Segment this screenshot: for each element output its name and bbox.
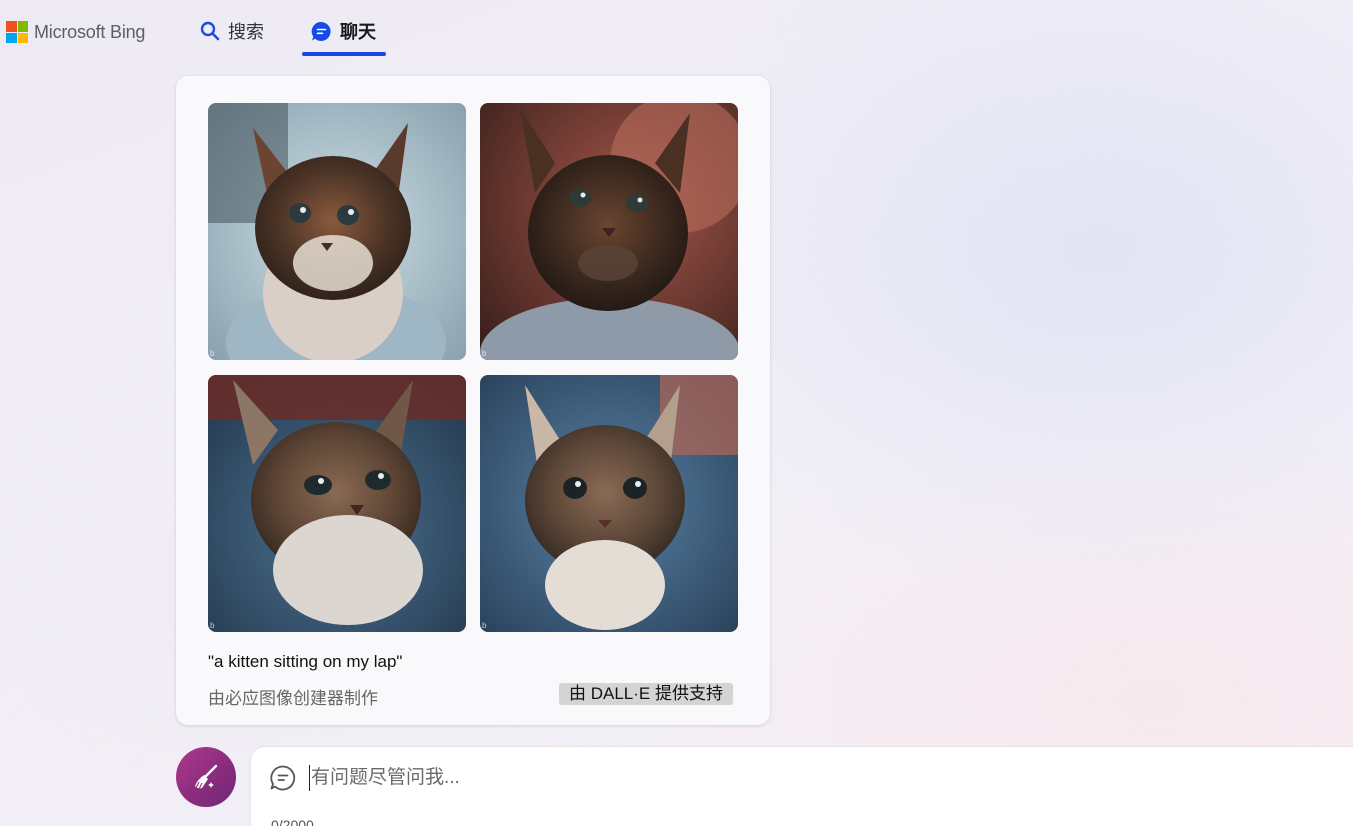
generated-image-3[interactable]: b: [208, 375, 466, 632]
image-result-card: b b b b "a kitten sitting on my lap" 由必应…: [176, 76, 770, 725]
tab-chat[interactable]: 聊天: [311, 16, 376, 46]
generated-image-2[interactable]: b: [480, 103, 738, 360]
new-topic-button[interactable]: [176, 747, 236, 807]
char-counter: 0/2000: [271, 817, 314, 826]
chat-composer: 0/2000: [251, 747, 1353, 826]
bing-watermark-icon: b: [210, 621, 215, 630]
chat-bubble-icon: [311, 21, 331, 41]
microsoft-logo-icon: [6, 21, 28, 43]
logo-text: Microsoft Bing: [34, 21, 146, 42]
broom-icon: [195, 764, 218, 789]
bing-watermark-icon: b: [482, 621, 487, 630]
chat-input[interactable]: [309, 765, 1109, 791]
tab-chat-label: 聊天: [340, 22, 376, 42]
generated-image-1[interactable]: b: [208, 103, 466, 360]
image-prompt: "a kitten sitting on my lap": [208, 652, 403, 671]
tab-search-label: 搜索: [228, 22, 264, 42]
search-icon: [200, 21, 220, 41]
tab-search[interactable]: 搜索: [200, 16, 264, 46]
bing-logo[interactable]: Microsoft Bing: [6, 20, 145, 44]
generated-image-4[interactable]: b: [480, 375, 738, 632]
chat-bubble-outline-icon: [270, 765, 296, 791]
bing-watermark-icon: b: [210, 349, 215, 358]
active-tab-indicator: [302, 52, 386, 56]
image-creator-label[interactable]: 由必应图像创建器制作: [208, 684, 378, 709]
powered-by-dalle-badge: 由 DALL·E 提供支持: [559, 683, 733, 705]
bing-watermark-icon: b: [482, 349, 487, 358]
top-header: Microsoft Bing 搜索 聊天: [0, 0, 1353, 62]
